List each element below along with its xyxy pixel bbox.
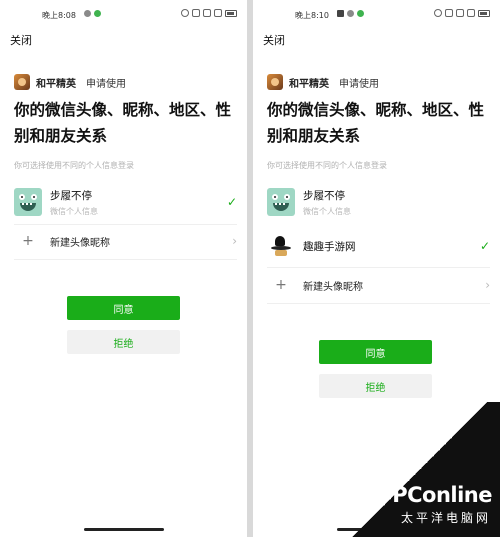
apply-label: 申请使用 <box>339 78 379 90</box>
app-logo <box>14 74 30 90</box>
plus-icon: + <box>22 233 34 249</box>
app-notification-icon <box>94 10 101 17</box>
avatar <box>269 234 293 258</box>
divider <box>267 303 490 304</box>
apply-label: 申请使用 <box>86 78 126 90</box>
watermark-sub: 太平洋电脑网 <box>400 511 491 525</box>
identity-sub: 微信个人信息 <box>50 206 98 216</box>
avatar <box>267 188 295 216</box>
refuse-button[interactable]: 拒绝 <box>67 330 180 354</box>
app-name: 和平精英 <box>289 78 329 90</box>
identity-option-wechat[interactable]: 步履不停 微信个人信息 <box>267 182 490 222</box>
wifi-icon <box>214 9 222 17</box>
close-button[interactable]: 关闭 <box>263 32 285 48</box>
identity-name: 趣趣手游网 <box>303 240 356 253</box>
plus-icon: + <box>275 277 287 293</box>
agree-button[interactable]: 同意 <box>67 296 180 320</box>
status-time: 晚上8:08 <box>42 11 76 20</box>
app-info: 和平精英 申请使用 <box>267 74 379 90</box>
divider <box>14 259 237 260</box>
new-identity-button[interactable]: + 新建头像昵称 › <box>267 267 490 303</box>
alarm-icon <box>181 9 189 17</box>
app-info: 和平精英 申请使用 <box>14 74 126 90</box>
login-hint: 你可选择使用不同的个人信息登录 <box>14 161 134 170</box>
close-button[interactable]: 关闭 <box>10 32 32 48</box>
app-notification-icon <box>357 10 364 17</box>
check-icon: ✓ <box>479 239 490 253</box>
vibrate-icon <box>192 9 200 17</box>
app-notification-icon <box>337 10 344 17</box>
signal-icon <box>203 9 211 17</box>
battery-icon <box>478 9 490 17</box>
new-identity-label: 新建头像昵称 <box>50 237 110 249</box>
agree-button[interactable]: 同意 <box>319 340 432 364</box>
wifi-icon <box>467 9 475 17</box>
signal-icon <box>456 9 464 17</box>
identity-name: 步履不停 <box>303 189 345 202</box>
permission-heading: 你的微信头像、昵称、地区、性别和朋友关系 <box>14 101 232 145</box>
new-identity-label: 新建头像昵称 <box>303 281 363 293</box>
status-bar: 晚上8:08 <box>0 0 247 28</box>
phone-screen-left: 晚上8:08 关闭 和平精英 申请使用 你的微信头像、昵称、地区、性别和朋友关系… <box>0 0 247 537</box>
status-bar: 晚上8:10 <box>253 0 500 28</box>
watermark: PConline 太平洋电脑网 <box>340 402 500 537</box>
identity-option-wechat[interactable]: 步履不停 微信个人信息 ✓ <box>14 182 237 222</box>
new-identity-button[interactable]: + 新建头像昵称 › <box>14 223 237 259</box>
notification-icon <box>84 10 91 17</box>
identity-sub: 微信个人信息 <box>303 206 351 216</box>
app-logo <box>267 74 283 90</box>
alarm-icon <box>434 9 442 17</box>
chevron-right-icon: › <box>485 278 490 292</box>
notification-icon <box>347 10 354 17</box>
home-indicator[interactable] <box>83 528 164 531</box>
status-time: 晚上8:10 <box>295 11 329 20</box>
watermark-brand: PConline <box>392 483 492 507</box>
permission-heading: 你的微信头像、昵称、地区、性别和朋友关系 <box>267 101 485 145</box>
refuse-button[interactable]: 拒绝 <box>319 374 432 398</box>
check-icon: ✓ <box>226 195 237 209</box>
login-hint: 你可选择使用不同的个人信息登录 <box>267 161 387 170</box>
identity-name: 步履不停 <box>50 189 92 202</box>
app-name: 和平精英 <box>36 78 76 90</box>
battery-icon <box>225 9 237 17</box>
vibrate-icon <box>445 9 453 17</box>
identity-option-custom[interactable]: 趣趣手游网 ✓ <box>267 226 490 266</box>
chevron-right-icon: › <box>232 234 237 248</box>
avatar <box>14 188 42 216</box>
